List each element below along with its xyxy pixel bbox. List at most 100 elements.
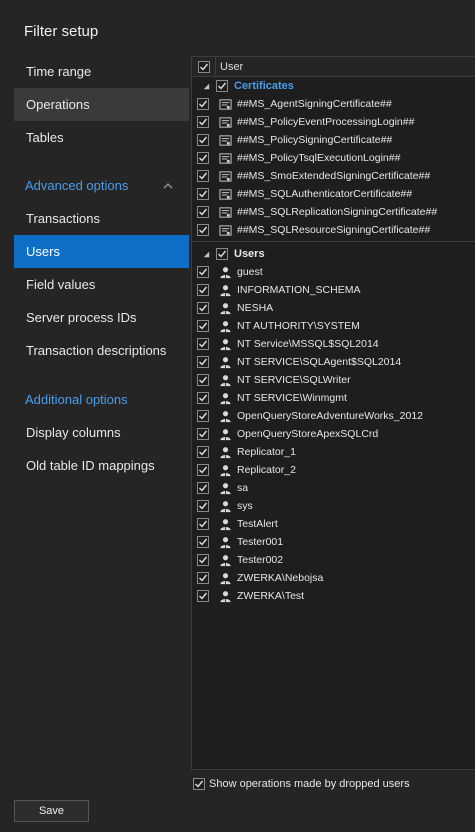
- list-item[interactable]: ZWERKA\Nebojsa: [192, 569, 475, 587]
- certificate-icon: [218, 205, 232, 219]
- list-item[interactable]: ##MS_PolicySigningCertificate##: [192, 131, 475, 149]
- group-row-certificates[interactable]: Certificates: [192, 77, 475, 95]
- row-label: ##MS_SmoExtendedSigningCertificate##: [237, 170, 431, 182]
- row-checkbox[interactable]: [197, 188, 209, 200]
- row-checkbox[interactable]: [197, 554, 209, 566]
- list-item[interactable]: ZWERKA\Test: [192, 587, 475, 605]
- dropped-users-checkbox[interactable]: [193, 778, 205, 790]
- row-checkbox[interactable]: [197, 266, 209, 278]
- nav-transaction-descriptions[interactable]: Transaction descriptions: [14, 334, 189, 367]
- grid-header: User: [192, 57, 475, 77]
- row-checkbox[interactable]: [197, 134, 209, 146]
- list-item[interactable]: sys: [192, 497, 475, 515]
- additional-options-header[interactable]: Additional options: [14, 383, 189, 416]
- row-checkbox[interactable]: [197, 356, 209, 368]
- row-label: ##MS_PolicyEventProcessingLogin##: [237, 116, 415, 128]
- nav-server-process-ids[interactable]: Server process IDs: [14, 301, 189, 334]
- user-icon: [218, 517, 232, 531]
- row-checkbox[interactable]: [197, 320, 209, 332]
- list-item[interactable]: guest: [192, 263, 475, 281]
- group-checkbox-certificates[interactable]: [216, 80, 228, 92]
- nav-users[interactable]: Users: [14, 235, 189, 268]
- row-checkbox[interactable]: [197, 224, 209, 236]
- row-checkbox[interactable]: [197, 536, 209, 548]
- list-item[interactable]: Replicator_2: [192, 461, 475, 479]
- row-checkbox[interactable]: [197, 500, 209, 512]
- advanced-options-header[interactable]: Advanced options: [14, 169, 189, 202]
- row-label: NT AUTHORITY\SYSTEM: [237, 320, 360, 332]
- list-item[interactable]: NT SERVICE\SQLWriter: [192, 371, 475, 389]
- select-all-checkbox[interactable]: [197, 60, 210, 73]
- row-checkbox[interactable]: [197, 206, 209, 218]
- row-checkbox[interactable]: [197, 482, 209, 494]
- nav-display-columns[interactable]: Display columns: [14, 416, 189, 449]
- user-icon: [218, 589, 232, 603]
- list-item[interactable]: ##MS_SQLResourceSigningCertificate##: [192, 221, 475, 239]
- user-icon: [218, 319, 232, 333]
- list-item[interactable]: NESHA: [192, 299, 475, 317]
- row-checkbox[interactable]: [197, 338, 209, 350]
- row-checkbox[interactable]: [197, 116, 209, 128]
- row-checkbox[interactable]: [197, 464, 209, 476]
- row-label: NT SERVICE\SQLAgent$SQL2014: [237, 356, 402, 368]
- nav-operations[interactable]: Operations: [14, 88, 189, 121]
- list-item[interactable]: ##MS_PolicyEventProcessingLogin##: [192, 113, 475, 131]
- row-checkbox[interactable]: [197, 446, 209, 458]
- row-checkbox[interactable]: [197, 284, 209, 296]
- list-item[interactable]: OpenQueryStoreApexSQLCrd: [192, 425, 475, 443]
- nav-time-range[interactable]: Time range: [14, 55, 189, 88]
- row-checkbox[interactable]: [197, 392, 209, 404]
- nav-tables[interactable]: Tables: [14, 121, 189, 154]
- list-item[interactable]: ##MS_PolicyTsqlExecutionLogin##: [192, 149, 475, 167]
- group-label: Certificates: [234, 80, 294, 92]
- user-icon: [218, 265, 232, 279]
- list-item[interactable]: ##MS_SQLReplicationSigningCertificate##: [192, 203, 475, 221]
- expand-collapse-icon[interactable]: [202, 250, 212, 259]
- row-label: ##MS_PolicyTsqlExecutionLogin##: [237, 152, 401, 164]
- row-checkbox[interactable]: [197, 98, 209, 110]
- row-checkbox[interactable]: [197, 572, 209, 584]
- group-label: Users: [234, 248, 265, 260]
- column-header-user[interactable]: User: [216, 61, 243, 73]
- additional-options-label: Additional options: [25, 392, 128, 407]
- row-checkbox[interactable]: [197, 302, 209, 314]
- certificate-icon: [218, 223, 232, 237]
- list-item[interactable]: TestAlert: [192, 515, 475, 533]
- save-button[interactable]: Save: [14, 800, 89, 822]
- row-label: Replicator_2: [237, 464, 296, 476]
- dropped-users-option[interactable]: Show operations made by dropped users: [193, 778, 410, 790]
- row-checkbox[interactable]: [197, 374, 209, 386]
- chevron-up-icon[interactable]: [163, 181, 173, 191]
- user-icon: [218, 499, 232, 513]
- list-item[interactable]: ##MS_AgentSigningCertificate##: [192, 95, 475, 113]
- row-checkbox[interactable]: [197, 410, 209, 422]
- list-item[interactable]: NT Service\MSSQL$SQL2014: [192, 335, 475, 353]
- nav-old-table-id-mappings[interactable]: Old table ID mappings: [14, 449, 189, 482]
- user-icon: [218, 481, 232, 495]
- nav-field-values[interactable]: Field values: [14, 268, 189, 301]
- row-label: OpenQueryStoreAdventureWorks_2012: [237, 410, 423, 422]
- list-item[interactable]: ##MS_SmoExtendedSigningCertificate##: [192, 167, 475, 185]
- row-checkbox[interactable]: [197, 590, 209, 602]
- nav-transactions[interactable]: Transactions: [14, 202, 189, 235]
- row-checkbox[interactable]: [197, 170, 209, 182]
- list-item[interactable]: Replicator_1: [192, 443, 475, 461]
- list-item[interactable]: NT AUTHORITY\SYSTEM: [192, 317, 475, 335]
- list-item[interactable]: INFORMATION_SCHEMA: [192, 281, 475, 299]
- row-checkbox[interactable]: [197, 428, 209, 440]
- list-item[interactable]: Tester002: [192, 551, 475, 569]
- group-row-users[interactable]: Users: [192, 245, 475, 263]
- row-checkbox[interactable]: [197, 518, 209, 530]
- list-item[interactable]: Tester001: [192, 533, 475, 551]
- expand-collapse-icon[interactable]: [202, 82, 212, 91]
- list-item[interactable]: ##MS_SQLAuthenticatorCertificate##: [192, 185, 475, 203]
- row-label: NESHA: [237, 302, 274, 314]
- list-item[interactable]: sa: [192, 479, 475, 497]
- row-label: ZWERKA\Test: [237, 590, 305, 602]
- list-item[interactable]: NT SERVICE\Winmgmt: [192, 389, 475, 407]
- list-item[interactable]: OpenQueryStoreAdventureWorks_2012: [192, 407, 475, 425]
- list-item[interactable]: NT SERVICE\SQLAgent$SQL2014: [192, 353, 475, 371]
- group-checkbox-users[interactable]: [216, 248, 228, 260]
- row-label: ##MS_SQLResourceSigningCertificate##: [237, 224, 431, 236]
- row-checkbox[interactable]: [197, 152, 209, 164]
